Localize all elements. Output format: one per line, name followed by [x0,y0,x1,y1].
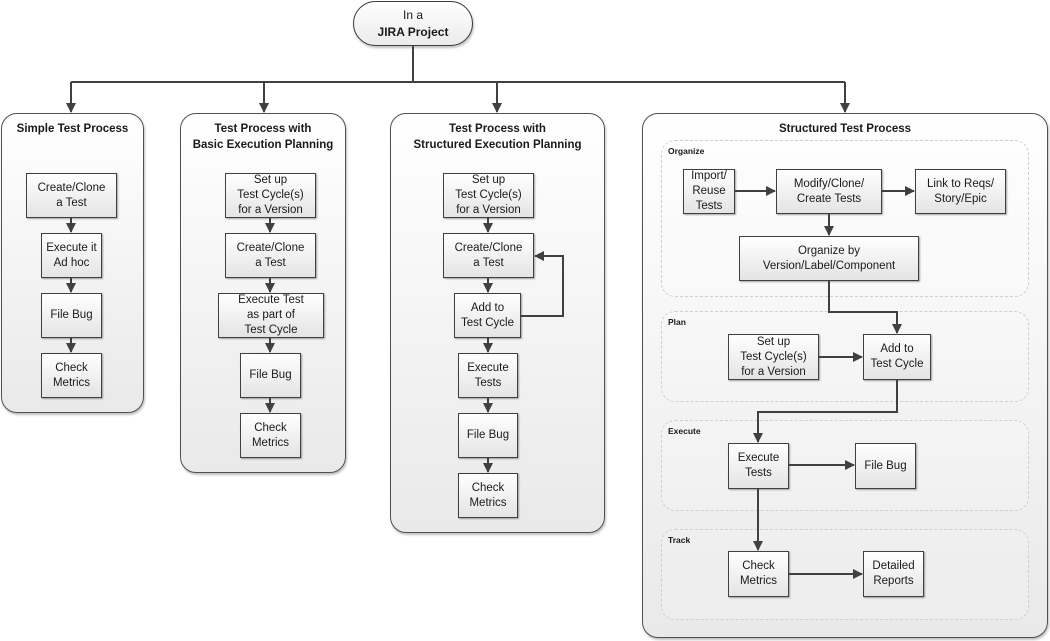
root-node-line1: In a [402,7,423,22]
step-file-bug[interactable]: File Bug [41,293,102,338]
step-add-to-test-cycle[interactable]: Add to Test Cycle [454,293,521,338]
step-create-clone-test[interactable]: Create/Clone a Test [443,233,534,278]
step-create-clone-test[interactable]: Create/Clone a Test [225,233,316,278]
step-check-metrics[interactable]: Check Metrics [41,353,102,398]
step-setup-test-cycles[interactable]: Set up Test Cycle(s) for a Version [225,173,316,218]
step-detailed-reports[interactable]: Detailed Reports [863,551,924,597]
group-title: Structured Test Process [778,123,912,135]
lane-title: Track [668,535,691,545]
lane-title: Organize [668,146,705,156]
step-execute-tests[interactable]: Execute Tests [458,353,518,398]
lane-execute: Execute [661,420,1029,511]
step-add-to-test-cycle[interactable]: Add to Test Cycle [863,334,931,380]
step-execute-tests[interactable]: Execute Tests [728,443,789,489]
root-node-line2: JIRA Project [377,24,449,39]
root-node-jira-project[interactable]: In a JIRA Project [353,1,473,46]
step-check-metrics[interactable]: Check Metrics [458,473,518,518]
step-file-bug[interactable]: File Bug [458,413,518,458]
step-organize-by-version[interactable]: Organize by Version/Label/Component [739,236,919,281]
step-create-clone-test[interactable]: Create/Clone a Test [26,173,117,218]
step-modify-clone-create-tests[interactable]: Modify/Clone/ Create Tests [776,169,882,214]
lane-title: Plan [668,317,686,327]
step-execute-test-in-cycle[interactable]: Execute Test as part of Test Cycle [218,293,324,338]
step-check-metrics[interactable]: Check Metrics [728,551,789,597]
step-file-bug[interactable]: File Bug [240,353,301,398]
group-title: Simple Test Process [16,123,129,135]
lane-plan: Plan [661,311,1029,402]
step-setup-test-cycles[interactable]: Set up Test Cycle(s) for a Version [728,334,819,380]
lane-title: Execute [668,426,701,436]
step-link-to-reqs[interactable]: Link to Reqs/ Story/Epic [915,169,1006,214]
lane-track: Track [661,529,1029,620]
step-execute-ad-hoc[interactable]: Execute it Ad hoc [41,233,102,278]
step-setup-test-cycles[interactable]: Set up Test Cycle(s) for a Version [443,173,534,218]
step-check-metrics[interactable]: Check Metrics [240,413,301,458]
step-file-bug[interactable]: File Bug [855,443,916,489]
group-title: Test Process with Basic Execution Planni… [192,123,334,151]
group-title: Test Process with Structured Execution P… [413,123,582,151]
step-import-reuse-tests[interactable]: Import/ Reuse Tests [683,169,735,214]
